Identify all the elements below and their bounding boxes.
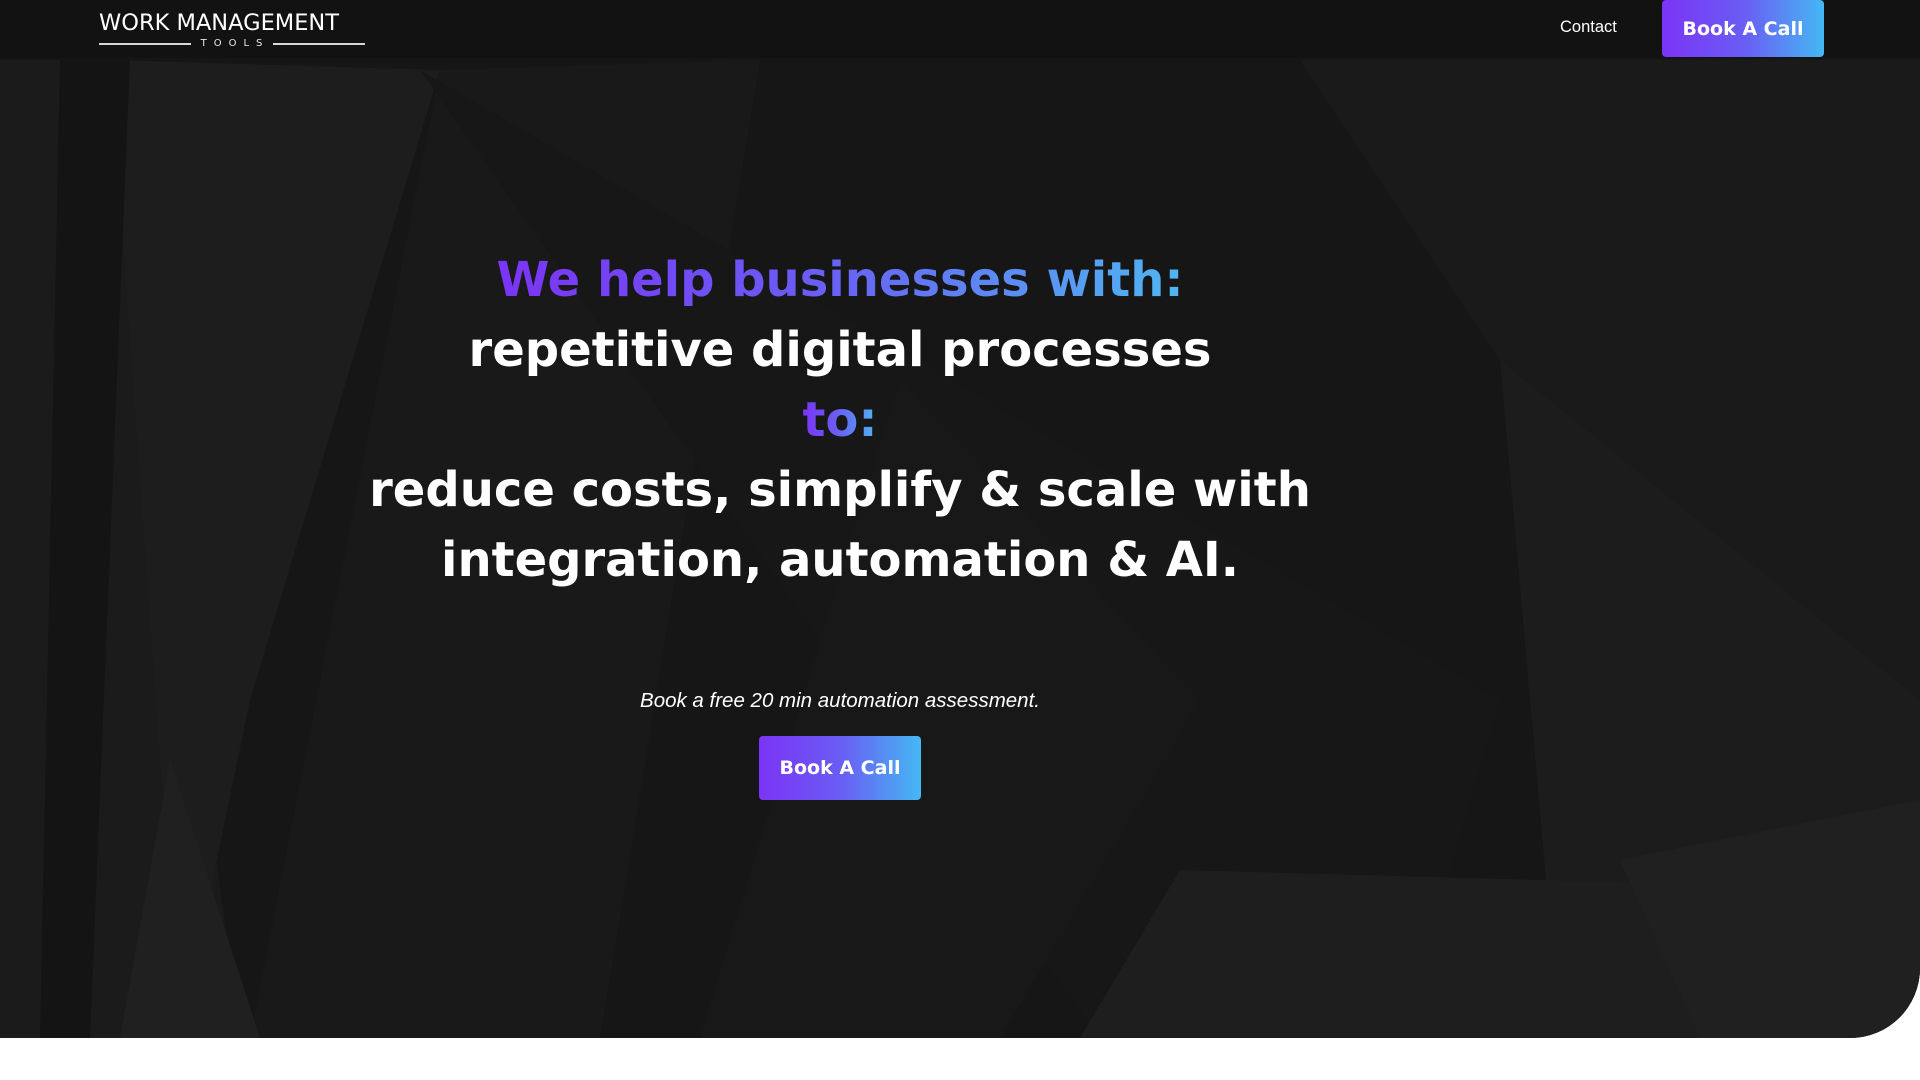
heading-line-3: to: xyxy=(300,385,1380,455)
top-navigation-bar: WORK MANAGEMENT TOOLS Contact Book A Cal… xyxy=(0,0,1920,58)
heading-line-4: reduce costs, simplify & scale with xyxy=(369,462,1311,518)
nav-link-contact[interactable]: Contact xyxy=(1560,14,1617,40)
logo-divider-left xyxy=(99,43,191,45)
logo-wordmark: WORK MANAGEMENT xyxy=(99,10,339,36)
logo-subtitle-text: TOOLS xyxy=(200,38,270,49)
logo-divider-right xyxy=(273,43,365,45)
hero-heading: We help businesses with: repetitive digi… xyxy=(300,245,1380,595)
heading-line-5: integration, automation & AI. xyxy=(441,532,1239,588)
heading-gradient-text-2: to: xyxy=(802,385,877,455)
logo-subtitle: TOOLS xyxy=(99,37,365,51)
header-book-call-button[interactable]: Book A Call xyxy=(1662,0,1824,57)
heading-line-1: We help businesses with: xyxy=(300,245,1380,315)
heading-gradient-text-1: We help businesses with: xyxy=(496,245,1183,315)
heading-line-2: repetitive digital processes xyxy=(468,322,1212,378)
hero-subtext: Book a free 20 min automation assessment… xyxy=(640,689,1040,712)
brand-logo[interactable]: WORK MANAGEMENT TOOLS xyxy=(99,10,365,50)
hero-section: WORK MANAGEMENT TOOLS Contact Book A Cal… xyxy=(0,0,1920,1038)
hero-book-call-button[interactable]: Book A Call xyxy=(759,736,921,800)
